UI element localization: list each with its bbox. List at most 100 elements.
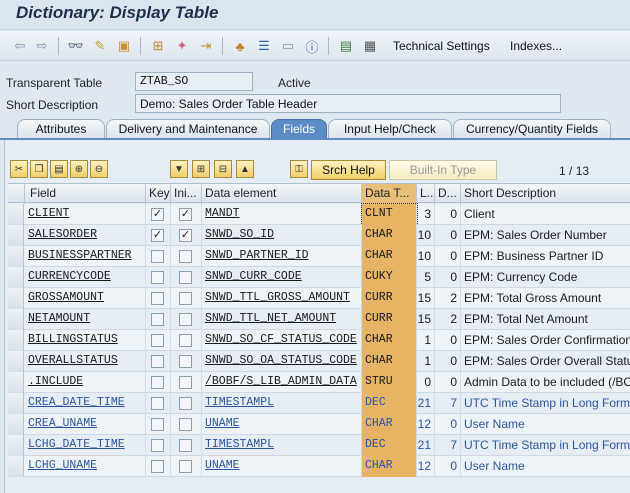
data-type-cell[interactable]: STRU: [362, 372, 417, 393]
short-description-cell[interactable]: UTC Time Stamp in Long Form: [461, 393, 630, 414]
field-name-cell[interactable]: OVERALLSTATUS: [25, 351, 146, 372]
decimals-cell[interactable]: 0: [435, 267, 461, 288]
field-name-cell[interactable]: SALESORDER: [25, 225, 146, 246]
field-name-cell[interactable]: LCHG_UNAME: [25, 456, 146, 477]
data-element-cell[interactable]: TIMESTAMPL: [202, 393, 362, 414]
data-type-cell[interactable]: DEC: [362, 393, 417, 414]
initial-values-checkbox[interactable]: [179, 271, 192, 284]
field-name-cell[interactable]: CLIENT: [25, 204, 146, 225]
key-checkbox[interactable]: [151, 439, 164, 452]
table-row[interactable]: NETAMOUNT SNWD_TTL_NET_AMOUNT CURR 15 2 EPM: …: [8, 309, 630, 330]
short-description-cell[interactable]: User Name: [461, 456, 630, 477]
row-selector[interactable]: [8, 246, 24, 267]
row-selector[interactable]: [8, 372, 24, 393]
tree-icon[interactable]: ♣: [232, 38, 248, 54]
field-name-cell[interactable]: .INCLUDE: [25, 372, 146, 393]
export-icon[interactable]: ⇥: [198, 38, 214, 54]
data-element-cell[interactable]: UNAME: [202, 414, 362, 435]
tab-fields[interactable]: Fields: [271, 119, 327, 139]
row-selector[interactable]: [8, 204, 24, 225]
key-checkbox[interactable]: [151, 376, 164, 389]
data-element-cell[interactable]: UNAME: [202, 456, 362, 477]
data-type-cell[interactable]: CHAR: [362, 456, 417, 477]
data-type-cell[interactable]: DEC: [362, 435, 417, 456]
data-element-cell[interactable]: SNWD_SO_OA_STATUS_CODE: [202, 351, 362, 372]
row-selector[interactable]: [8, 435, 24, 456]
data-type-cell[interactable]: CHAR: [362, 351, 417, 372]
back-arrow-icon[interactable]: ⇦: [12, 38, 28, 54]
key-checkbox[interactable]: [151, 418, 164, 431]
length-cell[interactable]: 10: [417, 225, 435, 246]
data-type-cell[interactable]: CHAR: [362, 225, 417, 246]
short-description-cell[interactable]: EPM: Business Partner ID: [461, 246, 630, 267]
key-checkbox[interactable]: [151, 250, 164, 263]
table-row[interactable]: OVERALLSTATUS SNWD_SO_OA_STATUS_CODE CHAR 1…: [8, 351, 630, 372]
field-name-cell[interactable]: LCHG_DATE_TIME: [25, 435, 146, 456]
select-all-cell[interactable]: [8, 184, 25, 204]
column-header-data-element[interactable]: Data element: [202, 184, 362, 204]
delete-row-button[interactable]: ⊖: [90, 160, 108, 178]
data-type-cell[interactable]: CHAR: [362, 414, 417, 435]
table-row[interactable]: GROSSAMOUNT SNWD_TTL_GROSS_AMOUNT CURR 15 2 E…: [8, 288, 630, 309]
column-header-length[interactable]: L...: [417, 184, 435, 204]
short-description-cell[interactable]: User Name: [461, 414, 630, 435]
sort-up-button[interactable]: ▲: [236, 160, 254, 178]
tab-attributes[interactable]: Attributes: [17, 119, 105, 139]
row-selector[interactable]: [8, 309, 24, 330]
initial-values-checkbox[interactable]: ✓: [179, 208, 192, 221]
sort-down-button[interactable]: ▼: [170, 160, 188, 178]
tab-delivery-maintenance[interactable]: Delivery and Maintenance: [106, 119, 270, 139]
info-icon[interactable]: ⓘ: [304, 38, 320, 55]
short-description-cell[interactable]: Client: [461, 204, 630, 225]
data-type-cell[interactable]: CURR: [362, 288, 417, 309]
initial-values-checkbox[interactable]: [179, 460, 192, 473]
field-name-cell[interactable]: GROSSAMOUNT: [25, 288, 146, 309]
column-header-initial[interactable]: Ini...: [171, 184, 202, 204]
decimals-cell[interactable]: 0: [435, 372, 461, 393]
decimals-cell[interactable]: 0: [435, 246, 461, 267]
row-selector[interactable]: [8, 288, 24, 309]
data-type-cell[interactable]: CURR: [362, 309, 417, 330]
data-element-cell[interactable]: SNWD_TTL_GROSS_AMOUNT: [202, 288, 362, 309]
short-description-cell[interactable]: UTC Time Stamp in Long Form: [461, 435, 630, 456]
technical-settings-button[interactable]: Technical Settings: [393, 39, 490, 53]
data-type-cell[interactable]: CUKY: [362, 267, 417, 288]
data-element-cell[interactable]: SNWD_TTL_NET_AMOUNT: [202, 309, 362, 330]
initial-values-checkbox[interactable]: [179, 439, 192, 452]
cut-row-button[interactable]: ✂: [10, 160, 28, 178]
row-selector[interactable]: [8, 330, 24, 351]
decimals-cell[interactable]: 7: [435, 393, 461, 414]
decimals-cell[interactable]: 0: [435, 456, 461, 477]
length-cell[interactable]: 21: [417, 435, 435, 456]
decimals-cell[interactable]: 0: [435, 225, 461, 246]
initial-values-checkbox[interactable]: [179, 292, 192, 305]
key-checkbox[interactable]: [151, 460, 164, 473]
hierarchy-icon[interactable]: ⊞: [150, 38, 166, 54]
key-checkbox[interactable]: [151, 271, 164, 284]
initial-values-checkbox[interactable]: ✓: [179, 229, 192, 242]
table-row[interactable]: .INCLUDE/BOBF/S_LIB_ADMIN_DATA STRU 0 0 Admi…: [8, 372, 630, 393]
short-description-cell[interactable]: EPM: Sales Order Number: [461, 225, 630, 246]
data-element-cell[interactable]: SNWD_SO_CF_STATUS_CODE: [202, 330, 362, 351]
length-cell[interactable]: 15: [417, 288, 435, 309]
decimals-cell[interactable]: 0: [435, 414, 461, 435]
data-element-cell[interactable]: TIMESTAMPL: [202, 435, 362, 456]
table-row[interactable]: LCHG_UNAME UNAME CHAR 12 0 User Name: [8, 456, 630, 477]
decimals-cell[interactable]: 0: [435, 330, 461, 351]
collapse-button[interactable]: ⊟: [214, 160, 232, 178]
length-cell[interactable]: 12: [417, 456, 435, 477]
decimals-cell[interactable]: 0: [435, 351, 461, 372]
key-checkbox[interactable]: [151, 355, 164, 368]
initial-values-checkbox[interactable]: [179, 397, 192, 410]
table-icon[interactable]: ▦: [362, 38, 378, 54]
glasses-icon[interactable]: 👓: [68, 38, 84, 54]
data-element-cell[interactable]: SNWD_CURR_CODE: [202, 267, 362, 288]
column-header-decimals[interactable]: D...: [435, 184, 461, 204]
table-row[interactable]: BUSINESSPARTNER SNWD_PARTNER_ID CHAR 10 0 EPM…: [8, 246, 630, 267]
field-name-cell[interactable]: BUSINESSPARTNER: [25, 246, 146, 267]
copy-row-button[interactable]: ❐: [30, 160, 48, 178]
initial-values-checkbox[interactable]: [179, 418, 192, 431]
wand-icon[interactable]: ✦: [174, 38, 190, 54]
forward-arrow-icon[interactable]: ⇨: [34, 38, 50, 54]
field-name-cell[interactable]: BILLINGSTATUS: [25, 330, 146, 351]
